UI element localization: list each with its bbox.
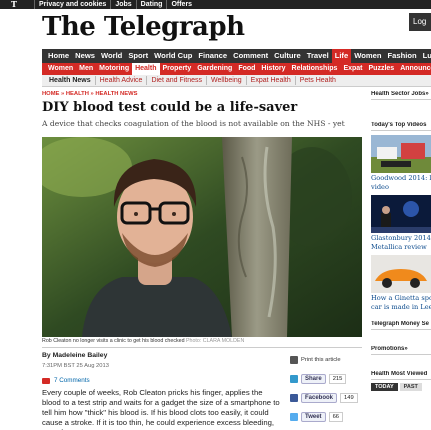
video-link-goodwood[interactable]: Goodwood 2014: liv	[371, 174, 431, 182]
video-link-ginetta[interactable]: How a Ginetta sport	[371, 294, 431, 302]
subnav-item-relationships[interactable]: Relationships	[289, 63, 341, 75]
video-thumb-goodwood[interactable]	[371, 135, 431, 173]
jobs-link[interactable]: Jobs	[110, 0, 135, 9]
subnav-item-announce[interactable]: Announce	[397, 63, 431, 75]
nav-item-travel[interactable]: Travel	[304, 49, 332, 63]
section-tab-health-news[interactable]: Health News	[45, 76, 95, 85]
health-jobs-heading[interactable]: Health Sector Jobs»	[371, 91, 431, 100]
facebook-icon	[290, 394, 298, 402]
breadcrumb[interactable]: HOME » HEALTH » HEALTH NEWS	[42, 91, 137, 97]
photo-caption: Rob Cleaton no longer visits a clinic to…	[42, 338, 244, 344]
primary-nav: Home News World Sport World Cup Finance Commen…	[42, 49, 431, 63]
share-count: 215	[328, 374, 347, 384]
portrait-image	[42, 137, 362, 337]
ginetta-thumbnail	[371, 255, 431, 293]
video-sub-ginetta[interactable]: car is made in Leeds	[371, 303, 431, 311]
video-sub-goodwood[interactable]: video	[371, 183, 431, 191]
subnav-item-gardening[interactable]: Gardening	[194, 63, 235, 75]
video-thumb-ginetta[interactable]	[371, 255, 431, 293]
most-viewed-heading: Health Most Viewed	[371, 371, 431, 380]
video-sub-glastonbury[interactable]: Metallica review	[371, 243, 431, 251]
divider	[42, 347, 362, 348]
caption-text: Rob Cleaton no longer visits a clinic to…	[42, 338, 185, 344]
masthead-logo[interactable]: The Telegraph	[42, 11, 245, 43]
tertiary-nav: Health News Health Advice Diet and Fitness…	[42, 75, 431, 87]
goodwood-thumbnail	[371, 135, 431, 173]
subnav-item-health[interactable]: Health	[132, 63, 160, 75]
nav-item-comment[interactable]: Comment	[230, 49, 271, 63]
secondary-nav: Women Men Motoring Health Property Gardening F…	[42, 63, 431, 75]
nav-item-sport[interactable]: Sport	[125, 49, 151, 63]
article-title: DIY blood test could be a life-saver	[42, 100, 298, 115]
right-sidebar: Health Sector Jobs» Today's Top Videos G…	[371, 91, 431, 391]
section-tab-wellbeing[interactable]: Wellbeing	[206, 76, 246, 85]
subnav-item-history[interactable]: History	[258, 63, 288, 75]
top-bar: T Privacy and cookies Jobs Dating Offers	[0, 0, 431, 9]
tweet-button[interactable]: Tweet	[301, 412, 326, 422]
privacy-link[interactable]: Privacy and cookies	[34, 0, 110, 9]
article-photo	[42, 137, 362, 337]
comment-bubble-icon	[42, 377, 50, 384]
subnav-item-expat[interactable]: Expat	[340, 63, 365, 75]
most-viewed-tabs: TODAY PAST	[371, 383, 431, 391]
telegraph-t-logo[interactable]: T	[3, 0, 25, 9]
offers-link[interactable]: Offers	[166, 0, 196, 9]
nav-item-luxury[interactable]: Luxury	[420, 49, 431, 63]
facebook-count: 149	[340, 393, 358, 403]
nav-item-life[interactable]: Life	[331, 49, 352, 63]
subnav-item-puzzles[interactable]: Puzzles	[366, 63, 398, 75]
nav-item-women[interactable]: Women	[351, 49, 384, 63]
byline: By Madeleine Bailey	[42, 352, 108, 359]
nav-item-culture[interactable]: Culture	[271, 49, 304, 63]
subnav-item-food[interactable]: Food	[235, 63, 258, 75]
printer-icon	[290, 356, 298, 364]
nav-item-world-cup[interactable]: World Cup	[151, 49, 195, 63]
photo-credit: Photo: CLARA MOLDEN	[186, 338, 245, 344]
subnav-item-women[interactable]: Women	[45, 63, 76, 75]
video-link-glastonbury[interactable]: Glastonbury 2014 -	[371, 234, 431, 242]
money-heading[interactable]: Telegraph Money Se	[371, 321, 431, 330]
share-button-row: Share 215	[290, 371, 362, 387]
section-tab-pets-health[interactable]: Pets Health	[294, 76, 340, 85]
subnav-item-property[interactable]: Property	[160, 63, 195, 75]
facebook-button[interactable]: Facebook	[301, 393, 338, 403]
login-button[interactable]: Log	[409, 13, 431, 31]
subnav-item-motoring[interactable]: Motoring	[96, 63, 132, 75]
comments-count[interactable]: 7 Comments	[54, 377, 90, 384]
share-bar: Print this article Share 215 Facebook 14…	[290, 352, 362, 428]
print-article-button[interactable]: Print this article	[290, 352, 362, 368]
section-tab-expat-health[interactable]: Expat Health	[245, 76, 295, 85]
video-thumb-glastonbury[interactable]	[371, 195, 431, 233]
subnav-item-men[interactable]: Men	[76, 63, 96, 75]
tweet-button-row: Tweet 66	[290, 409, 362, 425]
facebook-button-row: Facebook 149	[290, 390, 362, 406]
dating-link[interactable]: Dating	[135, 0, 167, 9]
tweet-icon	[290, 413, 298, 421]
nav-item-fashion[interactable]: Fashion	[385, 49, 420, 63]
tab-today[interactable]: TODAY	[371, 383, 398, 391]
section-tab-diet-and-fitness[interactable]: Diet and Fitness	[146, 76, 206, 85]
article-standfirst: A device that checks coagulation of the …	[42, 119, 345, 128]
article-body: Every couple of weeks, Rob Cleaton prick…	[42, 388, 280, 430]
tab-past[interactable]: PAST	[399, 383, 422, 391]
print-label[interactable]: Print this article	[301, 357, 341, 363]
promotions-heading[interactable]: Promotions»	[371, 346, 431, 355]
twitter-icon	[290, 375, 298, 383]
glastonbury-thumbnail	[371, 195, 431, 233]
nav-item-world[interactable]: World	[98, 49, 125, 63]
publish-date: 7:31PM BST 25 Aug 2013	[42, 363, 109, 369]
tweet-count: 66	[328, 412, 344, 422]
comments-link[interactable]: 7 Comments	[42, 377, 90, 384]
nav-item-home[interactable]: Home	[45, 49, 72, 63]
section-tab-health-advice[interactable]: Health Advice	[94, 76, 147, 85]
share-button[interactable]: Share	[301, 374, 326, 384]
top-videos-heading[interactable]: Today's Top Videos	[371, 122, 431, 131]
nav-item-news[interactable]: News	[72, 49, 98, 63]
nav-item-finance[interactable]: Finance	[195, 49, 230, 63]
